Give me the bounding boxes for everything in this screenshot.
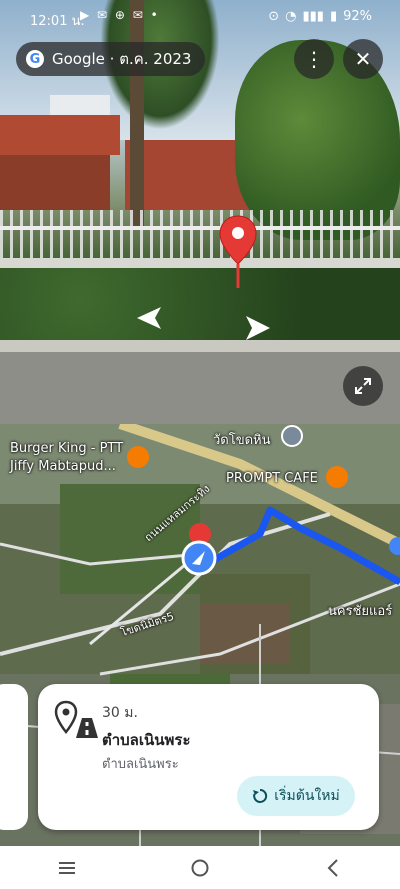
poi-label-cafe[interactable]: PROMPT CAFE xyxy=(226,471,318,486)
restart-icon xyxy=(253,788,268,803)
back-icon xyxy=(327,858,339,877)
expand-button[interactable] xyxy=(343,366,383,406)
back-button[interactable] xyxy=(303,848,363,888)
poi-label-wat[interactable]: วัดโขดหิน xyxy=(213,429,271,450)
recent-apps-button[interactable] xyxy=(37,848,97,888)
nav-arrow-right-icon[interactable] xyxy=(244,314,272,342)
notification-icons: ▶ ✉ ⊕ ✉ • xyxy=(80,8,160,22)
place-card[interactable]: 30 ม. ตำบลเนินพระ ตำบลเนินพระ เริ่มต้นให… xyxy=(38,684,379,830)
battery-level: 92% xyxy=(343,9,372,24)
more-options-button[interactable]: ⋮ xyxy=(294,39,334,79)
place-subtitle: ตำบลเนินพระ xyxy=(102,757,179,772)
place-road-icon xyxy=(54,700,98,738)
home-icon xyxy=(191,859,209,876)
fence-rail xyxy=(0,226,400,230)
cafe-marker xyxy=(326,466,348,488)
signal-icon: ▮▮▮ xyxy=(302,9,324,24)
google-g-icon: G xyxy=(26,50,44,68)
imagery-date-pill[interactable]: G Google · ต.ค. 2023 xyxy=(16,42,206,76)
wifi-icon: ◔ xyxy=(285,9,297,24)
place-distance: 30 ม. xyxy=(102,705,138,721)
battery-icon: ▮ xyxy=(329,9,338,24)
status-time: 12:01 น. xyxy=(30,14,85,29)
poi-label-nakhon[interactable]: นครชัยแอร์ xyxy=(328,600,392,621)
location-status-icon: ⊙ xyxy=(268,9,280,24)
expand-icon xyxy=(355,378,371,394)
restart-button[interactable]: เริ่มต้นใหม่ xyxy=(237,776,355,816)
restart-label: เริ่มต้นใหม่ xyxy=(274,787,340,803)
imagery-label: Google · ต.ค. 2023 xyxy=(52,50,192,68)
recent-apps-icon xyxy=(58,861,75,874)
restaurant-marker xyxy=(127,446,149,468)
close-button[interactable]: ✕ xyxy=(343,39,383,79)
previous-card[interactable] xyxy=(0,684,28,830)
poi-label-burger-king[interactable]: Burger King - PTT xyxy=(10,441,123,456)
system-nav-bar xyxy=(0,846,400,889)
hedge xyxy=(0,268,400,346)
close-icon: ✕ xyxy=(354,47,372,71)
road xyxy=(0,352,400,424)
location-pin-icon[interactable] xyxy=(218,214,258,290)
nav-arrow-left-icon[interactable] xyxy=(133,305,163,331)
status-right: ⊙ ◔ ▮▮▮ ▮ 92% xyxy=(268,9,372,24)
home-button[interactable] xyxy=(170,848,230,888)
place-title: ตำบลเนินพระ xyxy=(102,731,191,749)
status-bar: 12:01 น. ▶ ✉ ⊕ ✉ • ⊙ ◔ ▮▮▮ ▮ 92% xyxy=(0,0,400,34)
curb xyxy=(0,340,400,352)
temple-marker xyxy=(281,425,303,447)
poi-label-burger-king-2[interactable]: Jiffy Mabtapud... xyxy=(10,459,116,474)
tree-trunk xyxy=(130,0,144,230)
more-vert-icon: ⋮ xyxy=(304,47,324,71)
